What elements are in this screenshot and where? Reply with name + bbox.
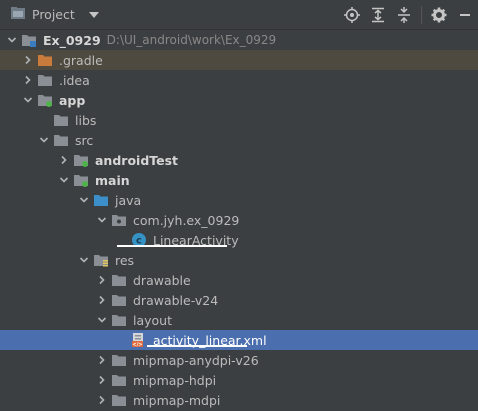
- tree-item-java[interactable]: java: [0, 190, 478, 210]
- layout-xml-icon: </>: [131, 332, 147, 348]
- tree-item-mipmap-anydpi-v26[interactable]: mipmap-anydpi-v26: [0, 350, 478, 370]
- folder-icon: [111, 272, 127, 288]
- toolbar-divider: [421, 6, 422, 24]
- tree-item-label: libs: [75, 112, 97, 128]
- folder-icon: [111, 392, 127, 408]
- annotation-underline: [117, 245, 227, 247]
- source-set-folder-icon: [73, 172, 89, 188]
- chevron-right-icon[interactable]: [95, 350, 109, 370]
- folder-icon: [111, 352, 127, 368]
- project-path: D:\UI_android\work\Ex_0929: [106, 33, 277, 47]
- blue-source-folder-icon: [93, 192, 109, 208]
- resources-folder-icon: [93, 252, 109, 268]
- project-view-title: Project: [32, 7, 75, 22]
- tree-item-layout[interactable]: layout: [0, 310, 478, 330]
- tree-item-label: androidTest: [95, 152, 179, 168]
- tree-item-linearactivity[interactable]: c LinearActivity: [0, 230, 478, 250]
- test-folder-icon: [73, 152, 89, 168]
- tree-item-label: main: [95, 172, 130, 188]
- locate-icon[interactable]: [339, 2, 365, 28]
- settings-icon[interactable]: [426, 2, 452, 28]
- chevron-down-icon[interactable]: [95, 210, 109, 230]
- chevron-right-icon[interactable]: [95, 290, 109, 310]
- annotation-underline: [147, 345, 247, 347]
- project-toolbar: Project: [0, 0, 478, 30]
- folder-icon: [53, 132, 69, 148]
- tree-item-androidtest[interactable]: androidTest: [0, 150, 478, 170]
- chevron-down-icon[interactable]: [77, 250, 91, 270]
- folder-icon: [53, 112, 69, 128]
- tree-item-label: mipmap-anydpi-v26: [133, 352, 259, 368]
- tree-item-idea[interactable]: .idea: [0, 70, 478, 90]
- chevron-right-icon[interactable]: [95, 390, 109, 410]
- folder-icon: [111, 312, 127, 328]
- chevron-down-icon[interactable]: [77, 190, 91, 210]
- folder-icon: [111, 372, 127, 388]
- tree-item-mipmap-hdpi[interactable]: mipmap-hdpi: [0, 370, 478, 390]
- tree-item-label: src: [75, 132, 94, 148]
- collapse-all-icon[interactable]: [391, 2, 417, 28]
- chevron-down-icon[interactable]: [88, 11, 99, 18]
- tree-item-label: mipmap-hdpi: [133, 372, 217, 388]
- tree-item-label: app: [59, 92, 86, 108]
- project-view-icon: [10, 5, 26, 24]
- tree-item-mipmap-mdpi[interactable]: mipmap-mdpi: [0, 390, 478, 410]
- chevron-down-icon[interactable]: [5, 30, 19, 50]
- tree-item-label: res: [115, 252, 135, 268]
- tree-item-res[interactable]: res: [0, 250, 478, 270]
- chevron-right-icon[interactable]: [95, 370, 109, 390]
- tree-item-src[interactable]: src: [0, 130, 478, 150]
- folder-icon: [111, 292, 127, 308]
- tree-item-label: com.jyh.ex_0929: [133, 212, 240, 228]
- module-folder-icon: [21, 32, 37, 48]
- chevron-down-icon[interactable]: [57, 170, 71, 190]
- tree-item-drawable[interactable]: drawable: [0, 270, 478, 290]
- tree-item-main[interactable]: main: [0, 170, 478, 190]
- tree-item-gradle[interactable]: .gradle: [0, 50, 478, 70]
- tree-item-activity-linear-xml[interactable]: </> activity_linear.xml: [0, 330, 478, 350]
- tree-item-label: mipmap-mdpi: [133, 392, 221, 408]
- chevron-right-icon[interactable]: [95, 270, 109, 290]
- tree-item-label: java: [115, 192, 142, 208]
- tree-item-label: .idea: [59, 72, 90, 88]
- chevron-down-icon[interactable]: [21, 90, 35, 110]
- svg-text:</>: </>: [132, 342, 142, 348]
- package-icon: [111, 212, 127, 228]
- chevron-right-icon[interactable]: [57, 150, 71, 170]
- tree-item-drawable-v24[interactable]: drawable-v24: [0, 290, 478, 310]
- tree-item-libs[interactable]: libs: [0, 110, 478, 130]
- tree-item-label: drawable-v24: [133, 292, 219, 308]
- project-view-selector[interactable]: Project: [10, 5, 99, 24]
- tree-item-label: drawable: [133, 272, 191, 288]
- module-folder-icon: [37, 92, 53, 108]
- orange-folder-icon: [37, 52, 53, 68]
- tree-item-label: .gradle: [59, 52, 103, 68]
- tree-item-app[interactable]: app: [0, 90, 478, 110]
- expand-all-icon[interactable]: [365, 2, 391, 28]
- chevron-right-icon[interactable]: [21, 70, 35, 90]
- tree-item-package[interactable]: com.jyh.ex_0929: [0, 210, 478, 230]
- folder-icon: [37, 72, 53, 88]
- chevron-right-icon[interactable]: [21, 50, 35, 70]
- tree-item-label: Ex_0929: [43, 32, 101, 48]
- chevron-down-icon[interactable]: [37, 130, 51, 150]
- hide-icon[interactable]: [452, 2, 478, 28]
- tree-item-ex-0929[interactable]: Ex_0929 D:\UI_android\work\Ex_0929: [0, 30, 478, 50]
- tree-item-label: layout: [133, 312, 173, 328]
- chevron-down-icon[interactable]: [95, 310, 109, 330]
